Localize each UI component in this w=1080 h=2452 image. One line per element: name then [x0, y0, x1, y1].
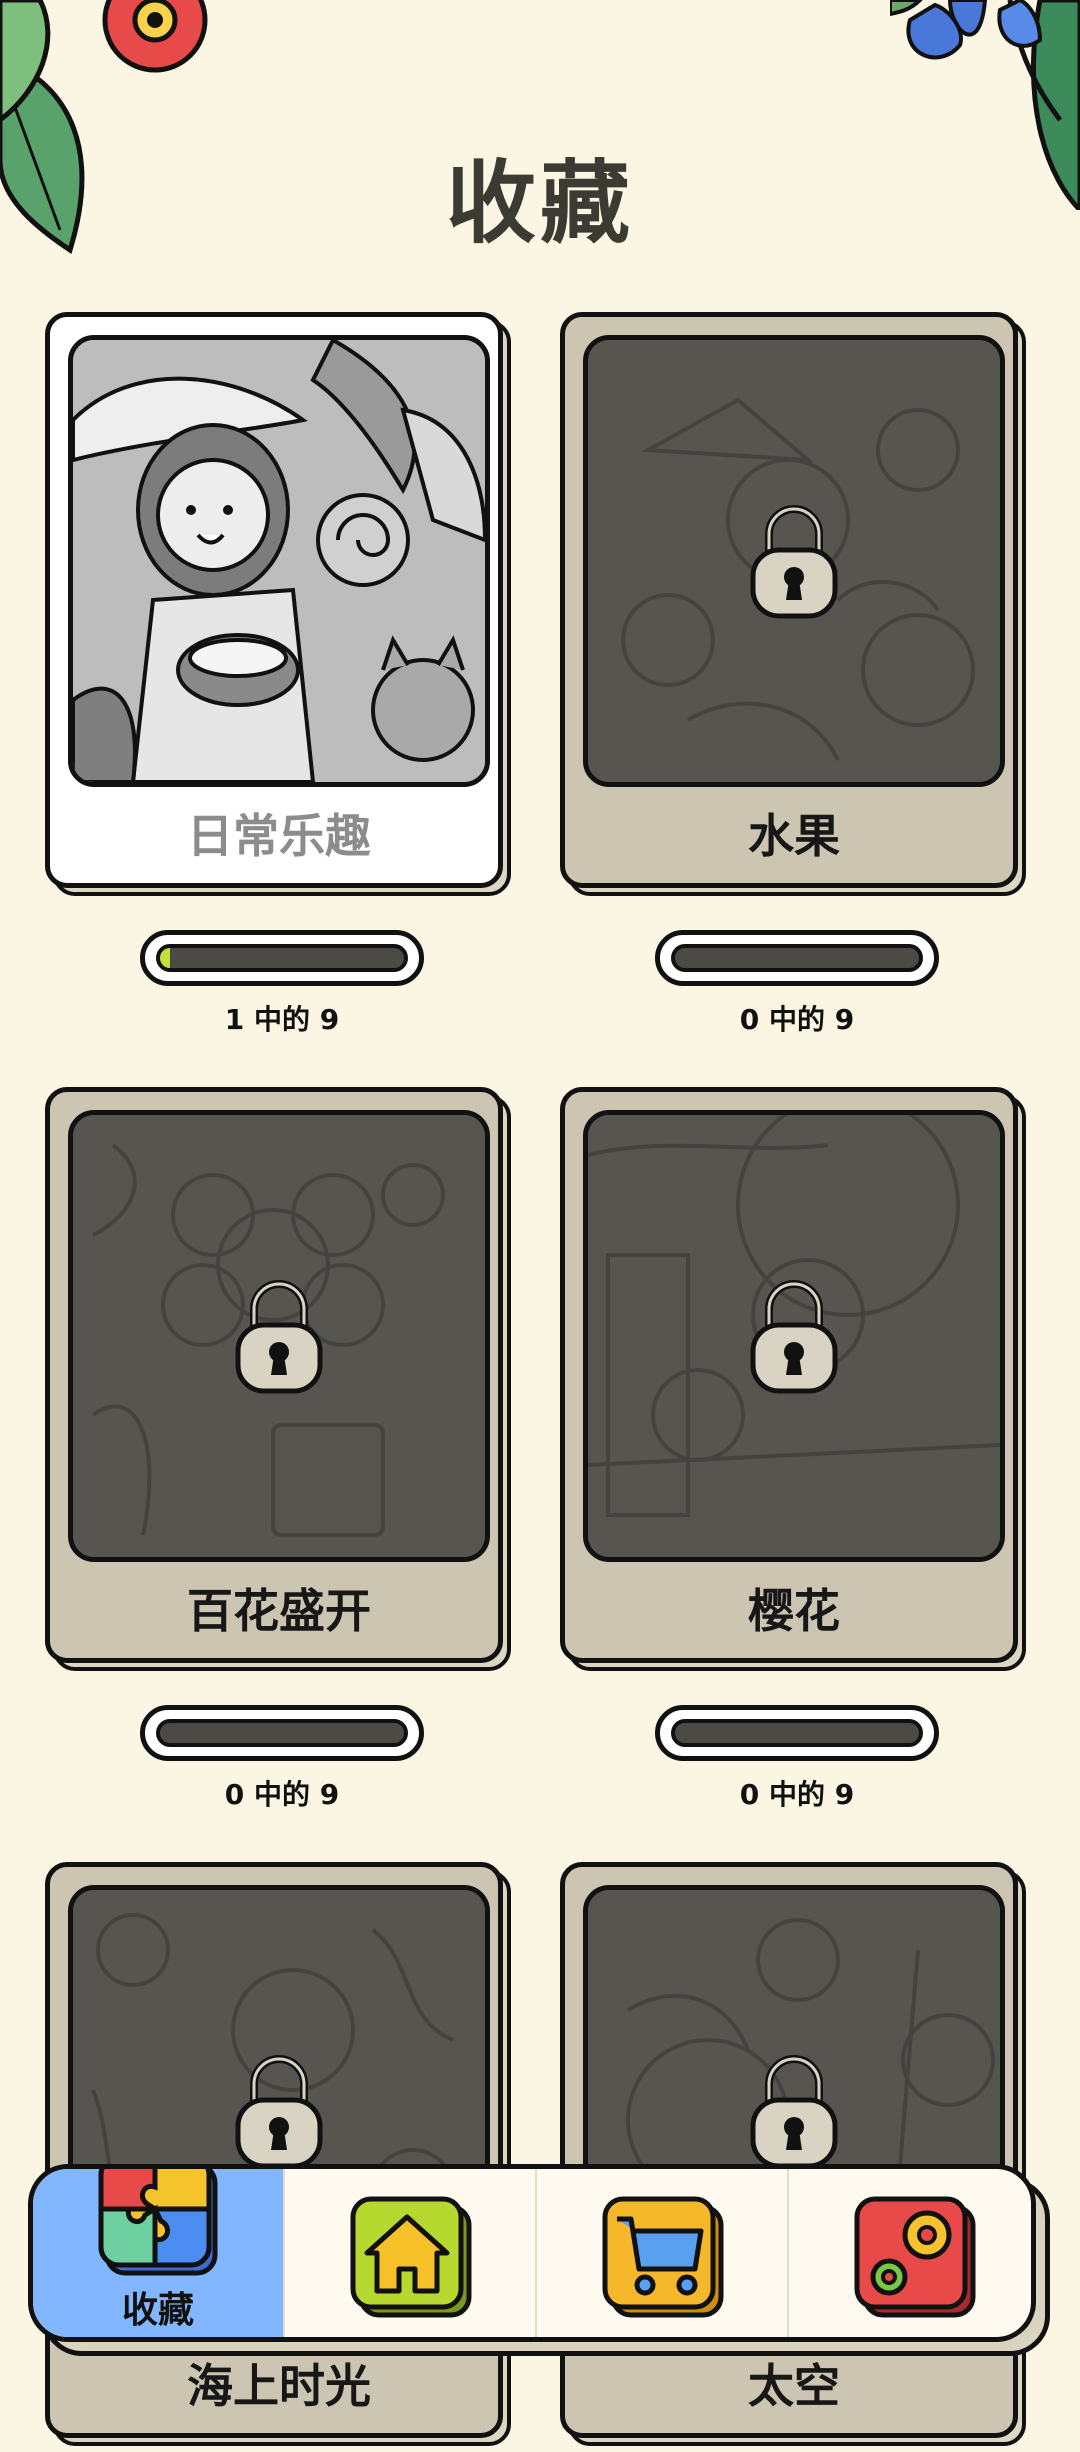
page-title: 收藏: [446, 151, 634, 256]
progress-bar: [140, 1705, 424, 1761]
progress-text: 0 中的 9: [224, 1778, 340, 1811]
lock-icon: [750, 1280, 838, 1394]
collection-card-sea-time[interactable]: 海上时光: [45, 1862, 517, 2452]
nav-collection-label: 收藏: [121, 2290, 194, 2331]
progress-fill: [160, 948, 170, 968]
bottom-nav: 收藏: [28, 2164, 1036, 2342]
progress-bar: [655, 1705, 939, 1761]
collection-card-fruit[interactable]: 水果: [560, 312, 1032, 902]
nav-collection[interactable]: 收藏: [33, 2169, 283, 2337]
progress-bar: [655, 930, 939, 986]
collection-card-space[interactable]: 太空: [560, 1862, 1032, 2452]
card-artwork: [68, 335, 490, 787]
lock-icon: [235, 1280, 323, 1394]
lock-icon: [235, 2055, 323, 2169]
card-artwork: [68, 1110, 490, 1562]
cart-icon: [602, 2196, 724, 2318]
puzzle-icon: [98, 2169, 218, 2276]
collection-card-daily-fun[interactable]: 日常乐趣: [45, 312, 517, 902]
home-icon: [350, 2196, 472, 2318]
nav-home[interactable]: [285, 2169, 535, 2337]
card-title: 太空: [748, 2359, 840, 2413]
card-title: 樱花: [748, 1584, 840, 1638]
card-title: 百花盛开: [187, 1584, 371, 1638]
card-title: 水果: [748, 809, 840, 863]
nav-shop[interactable]: [537, 2169, 787, 2337]
progress-text: 1 中的 9: [224, 1003, 340, 1036]
lock-icon: [750, 2055, 838, 2169]
lock-icon: [750, 505, 838, 619]
progress-text: 0 中的 9: [739, 1003, 855, 1036]
card-artwork: [583, 1110, 1005, 1562]
collection-card-blooming[interactable]: 百花盛开: [45, 1087, 517, 1677]
nav-settings[interactable]: [789, 2169, 1031, 2337]
card-title: 海上时光: [187, 2359, 371, 2413]
card-artwork: [583, 335, 1005, 787]
settings-gears-icon: [854, 2196, 976, 2318]
progress-bar: [140, 930, 424, 986]
progress-text: 0 中的 9: [739, 1778, 855, 1811]
collection-card-sakura[interactable]: 樱花: [560, 1087, 1032, 1677]
card-title: 日常乐趣: [187, 809, 371, 863]
